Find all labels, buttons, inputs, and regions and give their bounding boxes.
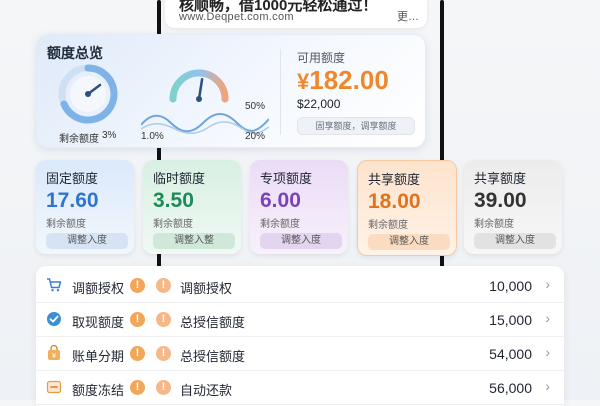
available-amount: ¥182.00 bbox=[297, 65, 389, 96]
chevron-right-icon: › bbox=[545, 276, 550, 292]
warning-icon: ! bbox=[156, 380, 171, 395]
row-name: 调额授权 bbox=[72, 281, 125, 296]
available-value: 182.00 bbox=[309, 65, 389, 95]
available-label: 可用额度 bbox=[297, 51, 346, 65]
row-name: 账单分期 bbox=[72, 349, 125, 364]
warning-icon: ! bbox=[130, 380, 145, 395]
row-desc: 总授信额度 bbox=[180, 349, 246, 364]
svg-text:¥: ¥ bbox=[52, 352, 57, 360]
quota-card-temporary[interactable]: 临时额度 3.50 剩余额度 调整入整 bbox=[143, 160, 241, 254]
speed-gauge bbox=[169, 69, 229, 103]
chevron-right-icon: › bbox=[545, 378, 550, 394]
quota-card-shared-2[interactable]: 共享额度 39.00 剩余额度 调整入度 bbox=[464, 160, 562, 254]
card-adjust-button[interactable]: 调整入度 bbox=[260, 233, 342, 249]
card-sub: 剩余额度 bbox=[153, 219, 193, 230]
wave-label-bottom-right: 20% bbox=[245, 131, 266, 142]
card-adjust-button[interactable]: 调整入整 bbox=[153, 233, 235, 249]
row-name: 取现额度 bbox=[72, 315, 125, 330]
banner-more-link[interactable]: 更… bbox=[397, 8, 419, 24]
row-amount: 54,000 bbox=[489, 346, 532, 362]
currency-symbol: ¥ bbox=[297, 69, 310, 94]
card-title: 共享额度 bbox=[474, 171, 527, 186]
chevron-right-icon: › bbox=[545, 310, 550, 326]
adjust-quota-button[interactable]: 固享额度，调享额度 bbox=[297, 117, 415, 135]
card-title: 固定额度 bbox=[46, 171, 99, 186]
remaining-percent: 3% bbox=[102, 130, 117, 141]
list-item[interactable]: 调额授权 ! ! 调额授权 10,000 › bbox=[36, 268, 564, 303]
wave-label-bottom-left: 1.0% bbox=[141, 131, 164, 142]
quota-detail-list: 调额授权 ! ! 调额授权 10,000 › 取现额度 ! ! 总授信额度 15… bbox=[36, 266, 564, 406]
card-sub: 剩余额度 bbox=[46, 219, 86, 230]
warning-icon: ! bbox=[130, 278, 145, 293]
overview-title: 额度总览 bbox=[47, 45, 103, 61]
remaining-label: 剩余额度 bbox=[59, 134, 99, 145]
card-title: 临时额度 bbox=[153, 171, 206, 186]
card-adjust-button[interactable]: 调整入度 bbox=[474, 233, 556, 249]
quota-card-fixed[interactable]: 固定额度 17.60 剩余额度 调整入度 bbox=[36, 160, 134, 254]
list-item[interactable]: ¥ 账单分期 ! ! 总授信额度 54,000 › bbox=[36, 336, 564, 371]
warning-icon: ! bbox=[130, 346, 145, 361]
card-title: 共享额度 bbox=[368, 172, 421, 187]
warning-icon: ! bbox=[156, 312, 171, 327]
card-value: 17.60 bbox=[46, 189, 99, 212]
total-amount: $22,000 bbox=[297, 97, 341, 111]
bag-icon: ¥ bbox=[48, 345, 60, 360]
card-value: 6.00 bbox=[260, 189, 301, 212]
check-circle-icon bbox=[47, 312, 61, 326]
row-amount: 15,000 bbox=[489, 312, 532, 328]
card-value: 39.00 bbox=[474, 189, 527, 212]
card-sub: 剩余额度 bbox=[260, 219, 300, 230]
row-amount: 10,000 bbox=[489, 278, 532, 294]
row-amount: 56,000 bbox=[489, 380, 532, 396]
card-sub: 剩余额度 bbox=[474, 219, 514, 230]
list-item[interactable]: 取现额度 ! ! 总授信额度 15,000 › bbox=[36, 302, 564, 337]
warning-icon: ! bbox=[156, 346, 171, 361]
banner-url: www.Deqpet.com.com bbox=[179, 11, 294, 23]
ad-banner[interactable]: 核顺畅，借1000元轻松通过！ www.Deqpet.com.com 更… bbox=[165, 0, 427, 28]
freeze-icon bbox=[46, 380, 62, 394]
card-title: 专项额度 bbox=[260, 171, 313, 186]
card-value: 3.50 bbox=[153, 189, 194, 212]
wave-label-top-right: 50% bbox=[245, 101, 266, 112]
row-desc: 总授信额度 bbox=[180, 315, 246, 330]
card-adjust-button[interactable]: 调整入度 bbox=[368, 234, 450, 250]
remaining-gauge bbox=[58, 64, 118, 124]
card-adjust-button[interactable]: 调整入度 bbox=[46, 233, 128, 249]
warning-icon: ! bbox=[156, 278, 171, 293]
overview-divider bbox=[280, 49, 281, 135]
chevron-right-icon: › bbox=[545, 344, 550, 360]
warning-icon: ! bbox=[130, 312, 145, 327]
row-desc: 调额授权 bbox=[180, 281, 233, 296]
quota-card-special[interactable]: 专项额度 6.00 剩余额度 调整入度 bbox=[250, 160, 348, 254]
card-sub: 剩余额度 bbox=[368, 220, 408, 231]
row-name: 额度冻结 bbox=[72, 383, 125, 398]
quota-overview-card: 额度总览 剩余额度 3% 50% 1.0% 20% 可用额度 ¥182.00 $… bbox=[36, 34, 426, 148]
card-value: 18.00 bbox=[368, 190, 421, 213]
row-desc: 自动还款 bbox=[180, 383, 233, 398]
quota-card-shared[interactable]: 共享额度 18.00 剩余额度 调整入度 bbox=[357, 160, 457, 256]
cart-icon bbox=[47, 278, 62, 292]
